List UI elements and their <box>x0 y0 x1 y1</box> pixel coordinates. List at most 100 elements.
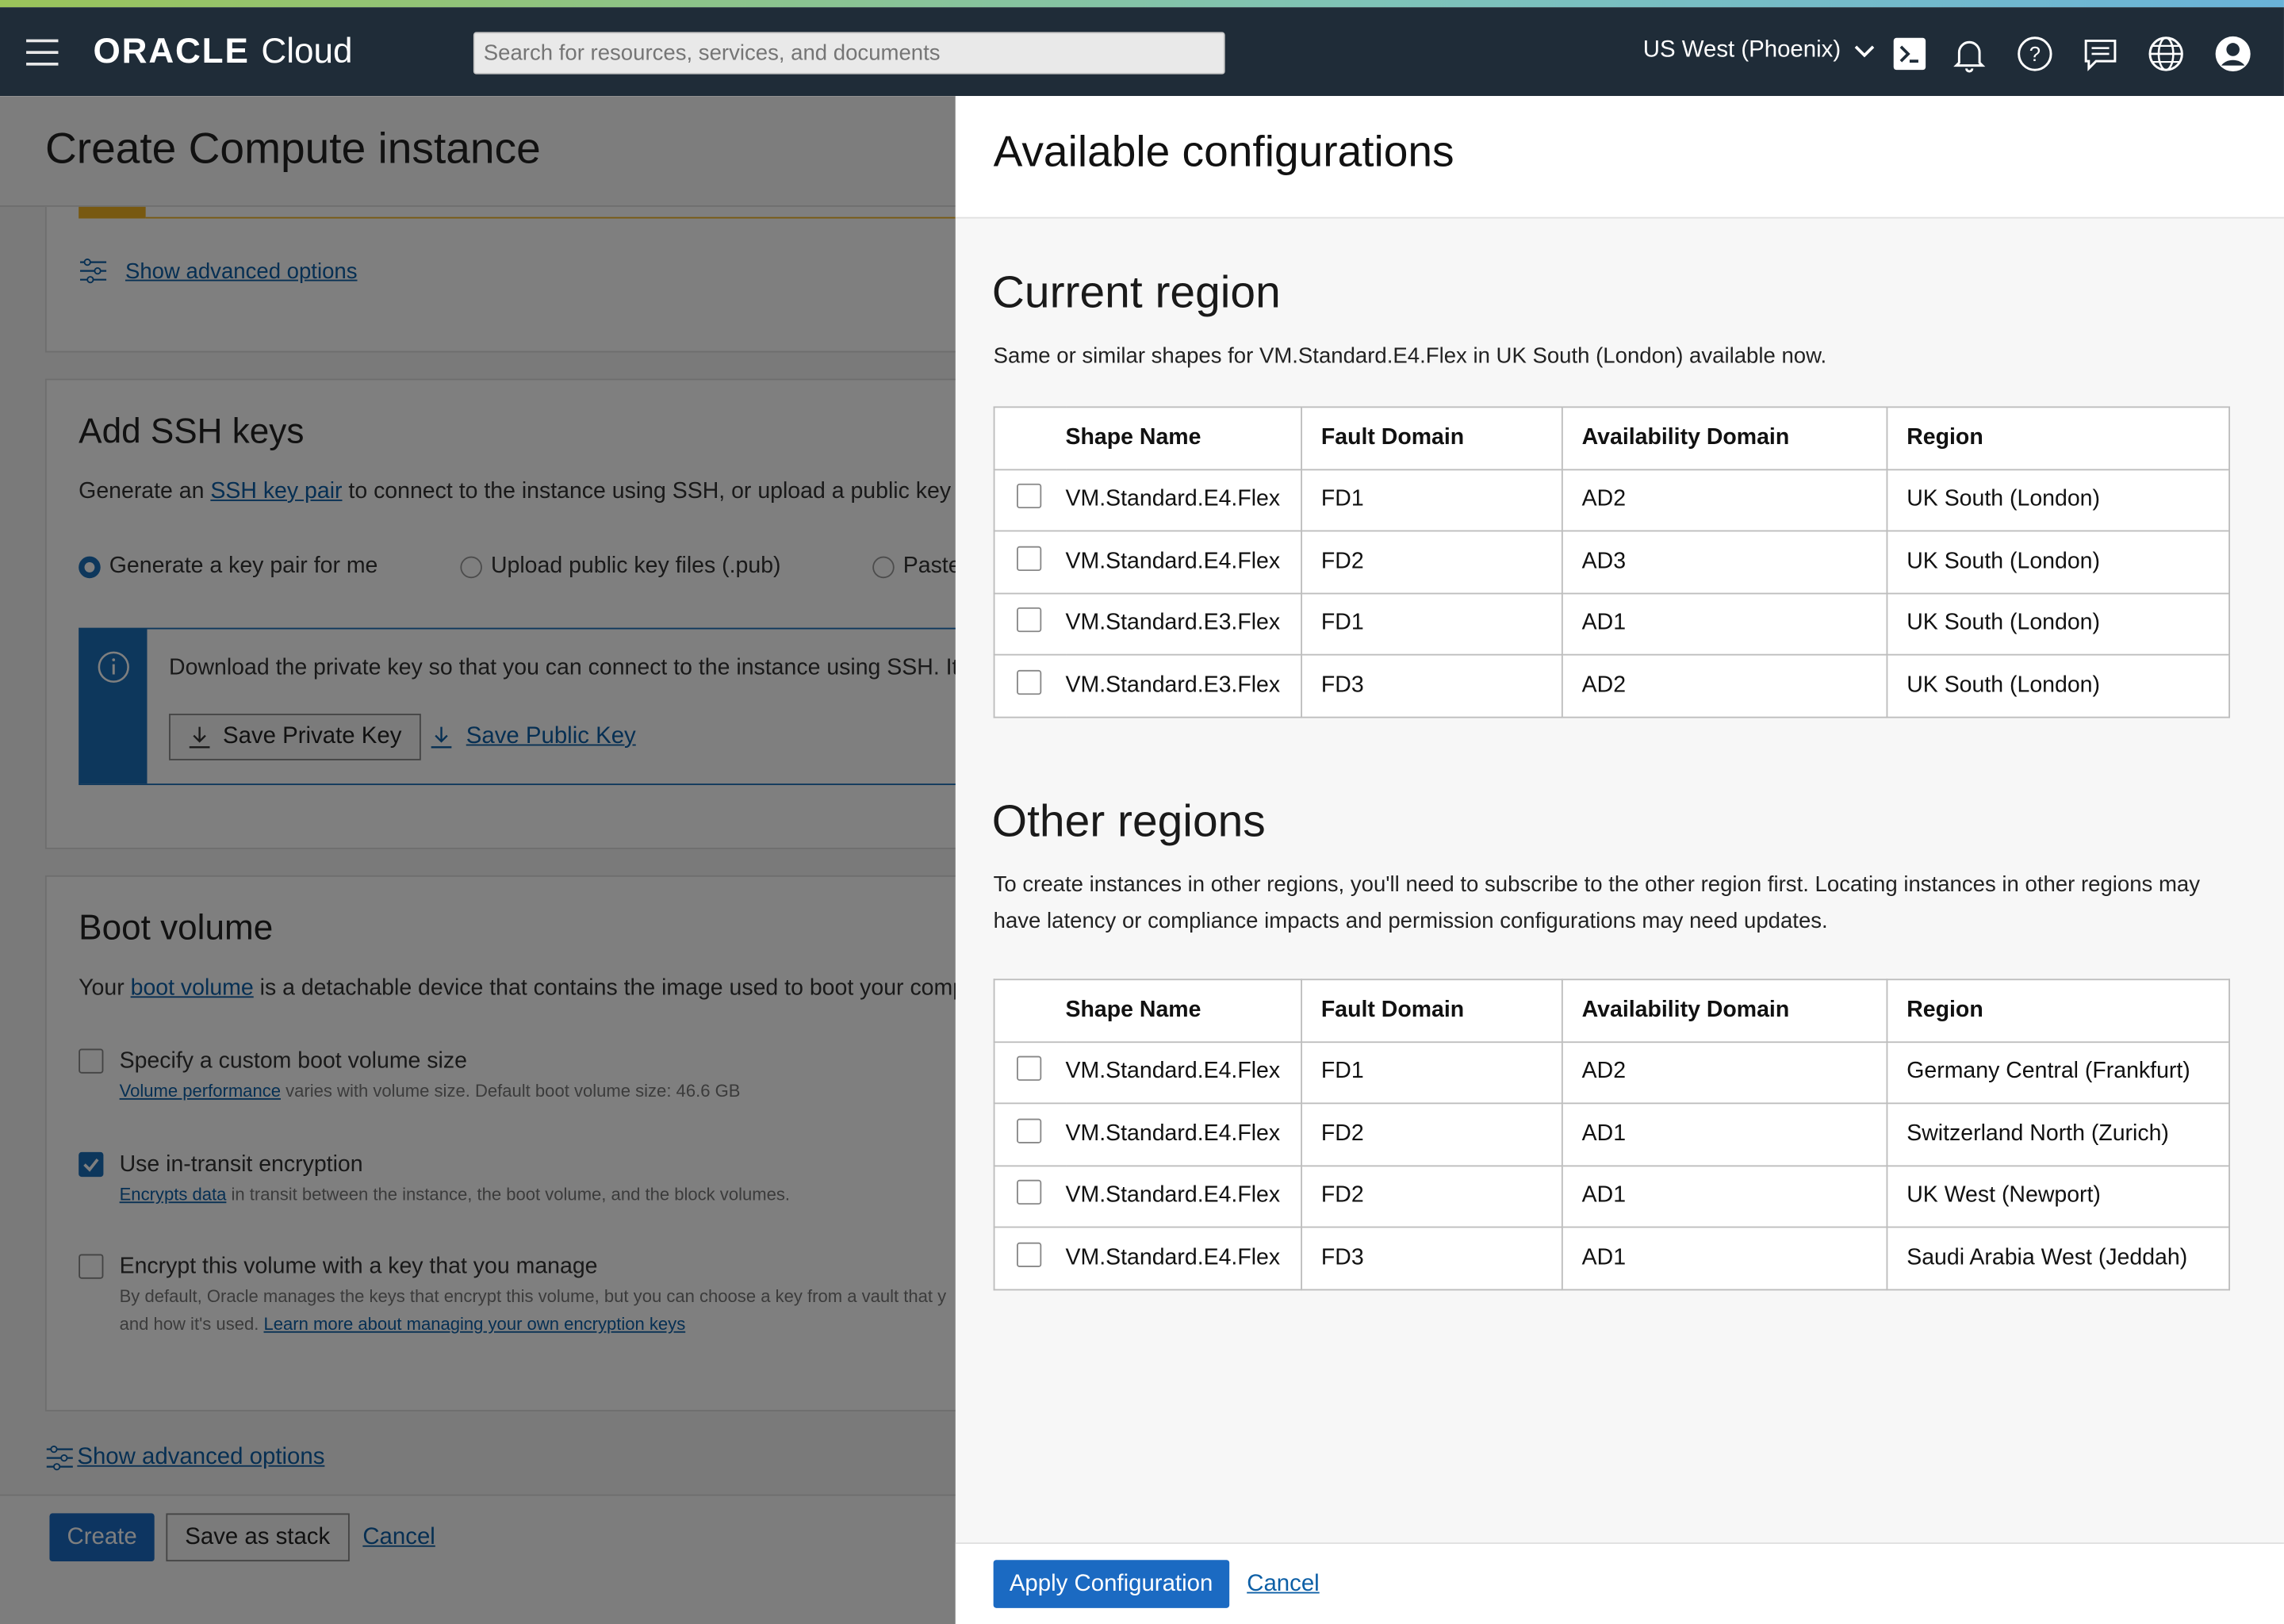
row-select-cell <box>993 1226 1066 1290</box>
chevron-down-icon <box>1854 45 1874 58</box>
other-regions-heading: Other regions <box>991 795 1266 847</box>
region-cell: UK West (Newport) <box>1886 1164 2230 1228</box>
row-select-cell <box>993 1102 1066 1166</box>
panel-cancel-link[interactable]: Cancel <box>1247 1572 1319 1598</box>
table-row[interactable]: VM.Standard.E4.Flex FD3 AD1 Saudi Arabia… <box>993 1226 2230 1290</box>
column-header-shape-name: Shape Name <box>1065 406 1303 470</box>
column-header-availability-domain: Availability Domain <box>1561 979 1888 1043</box>
availability-domain-cell: AD1 <box>1561 1102 1888 1166</box>
modal-overlay[interactable] <box>0 96 956 1624</box>
fault-domain-cell: FD3 <box>1301 1226 1563 1290</box>
row-checkbox[interactable] <box>1017 1118 1042 1143</box>
availability-domain-cell: AD2 <box>1561 653 1888 718</box>
table-row[interactable]: VM.Standard.E4.Flex FD1 AD2 Germany Cent… <box>993 1040 2230 1105</box>
table-row[interactable]: VM.Standard.E3.Flex FD3 AD2 UK South (Lo… <box>993 653 2230 718</box>
table-row[interactable]: VM.Standard.E4.Flex FD2 AD1 UK West (New… <box>993 1164 2230 1228</box>
shape-name-cell: VM.Standard.E4.Flex <box>1065 1164 1303 1228</box>
other-regions-description-2: have latency or compliance impacts and p… <box>993 909 1828 934</box>
row-checkbox[interactable] <box>1017 607 1042 633</box>
row-select-cell <box>993 530 1066 594</box>
logo-product: Cloud <box>261 32 353 72</box>
region-cell: Saudi Arabia West (Jeddah) <box>1886 1226 2230 1290</box>
available-configurations-panel: Available configurations Current region … <box>955 96 2284 1624</box>
column-header-region: Region <box>1886 979 2230 1043</box>
row-select-cell <box>993 1164 1066 1228</box>
panel-footer: Apply Configuration Cancel <box>955 1542 2284 1624</box>
availability-domain-cell: AD2 <box>1561 468 1888 532</box>
region-label: US West (Phoenix) <box>1642 37 1841 63</box>
row-checkbox[interactable] <box>1017 1180 1042 1205</box>
panel-title: Available configurations <box>993 128 1454 177</box>
shape-name-cell: VM.Standard.E4.Flex <box>1065 1226 1303 1290</box>
table-header-row: Shape Name Fault Domain Availability Dom… <box>993 406 2230 470</box>
globe-icon[interactable] <box>2147 35 2185 73</box>
shape-name-cell: VM.Standard.E4.Flex <box>1065 468 1303 532</box>
column-header-fault-domain: Fault Domain <box>1301 979 1563 1043</box>
table-row[interactable]: VM.Standard.E3.Flex FD1 AD1 UK South (Lo… <box>993 592 2230 656</box>
region-cell: UK South (London) <box>1886 530 2230 594</box>
availability-domain-cell: AD1 <box>1561 1164 1888 1228</box>
apply-configuration-button[interactable]: Apply Configuration <box>993 1560 1229 1608</box>
screen: ORACLE Cloud US West (Phoenix) ? <box>0 0 2284 1624</box>
shape-name-cell: VM.Standard.E3.Flex <box>1065 653 1303 718</box>
help-icon[interactable]: ? <box>2016 35 2054 73</box>
table-header-row: Shape Name Fault Domain Availability Dom… <box>993 979 2230 1043</box>
region-cell: Switzerland North (Zurich) <box>1886 1102 2230 1166</box>
row-checkbox[interactable] <box>1017 484 1042 509</box>
region-cell: UK South (London) <box>1886 592 2230 656</box>
table-row[interactable]: VM.Standard.E4.Flex FD2 AD3 UK South (Lo… <box>993 530 2230 594</box>
shape-name-cell: VM.Standard.E4.Flex <box>1065 1102 1303 1166</box>
availability-domain-cell: AD3 <box>1561 530 1888 594</box>
table-row[interactable]: VM.Standard.E4.Flex FD1 AD2 UK South (Lo… <box>993 468 2230 532</box>
fault-domain-cell: FD1 <box>1301 1040 1563 1105</box>
top-navigation-bar: ORACLE Cloud US West (Phoenix) ? <box>0 7 2284 97</box>
select-column-header <box>993 979 1066 1043</box>
svg-text:?: ? <box>2029 44 2041 66</box>
row-checkbox[interactable] <box>1017 669 1042 695</box>
bell-icon[interactable] <box>1950 35 1988 73</box>
fault-domain-cell: FD2 <box>1301 530 1563 594</box>
region-cell: Germany Central (Frankfurt) <box>1886 1040 2230 1105</box>
cloud-shell-icon[interactable] <box>1891 35 1929 73</box>
row-select-cell <box>993 1040 1066 1105</box>
column-header-shape-name: Shape Name <box>1065 979 1303 1043</box>
panel-header: Available configurations <box>955 96 2284 219</box>
logo-brand: ORACLE <box>93 32 250 72</box>
row-select-cell <box>993 653 1066 718</box>
menu-icon[interactable] <box>26 39 59 66</box>
row-checkbox[interactable] <box>1017 546 1042 571</box>
profile-icon[interactable] <box>2214 35 2252 73</box>
current-region-table: Shape Name Fault Domain Availability Dom… <box>993 406 2230 718</box>
current-region-description: Same or similar shapes for VM.Standard.E… <box>993 343 1827 369</box>
availability-domain-cell: AD2 <box>1561 1040 1888 1105</box>
search-input[interactable] <box>473 32 1225 75</box>
oracle-cloud-logo[interactable]: ORACLE Cloud <box>94 32 353 72</box>
fault-domain-cell: FD1 <box>1301 468 1563 532</box>
chat-icon[interactable] <box>2082 35 2120 73</box>
other-regions-description-1: To create instances in other regions, yo… <box>993 872 2201 898</box>
fault-domain-cell: FD2 <box>1301 1102 1563 1166</box>
select-column-header <box>993 406 1066 470</box>
column-header-fault-domain: Fault Domain <box>1301 406 1563 470</box>
shape-name-cell: VM.Standard.E4.Flex <box>1065 530 1303 594</box>
row-checkbox[interactable] <box>1017 1242 1042 1267</box>
fault-domain-cell: FD2 <box>1301 1164 1563 1228</box>
shape-name-cell: VM.Standard.E4.Flex <box>1065 1040 1303 1105</box>
other-regions-table: Shape Name Fault Domain Availability Dom… <box>993 979 2230 1290</box>
column-header-availability-domain: Availability Domain <box>1561 406 1888 470</box>
row-select-cell <box>993 592 1066 656</box>
fault-domain-cell: FD3 <box>1301 653 1563 718</box>
shape-name-cell: VM.Standard.E3.Flex <box>1065 592 1303 656</box>
availability-domain-cell: AD1 <box>1561 592 1888 656</box>
brand-gradient-bar <box>0 0 2284 8</box>
row-select-cell <box>993 468 1066 532</box>
row-checkbox[interactable] <box>1017 1056 1042 1082</box>
availability-domain-cell: AD1 <box>1561 1226 1888 1290</box>
region-selector[interactable]: US West (Phoenix) <box>1643 38 1876 64</box>
current-region-heading: Current region <box>991 266 1281 318</box>
table-row[interactable]: VM.Standard.E4.Flex FD2 AD1 Switzerland … <box>993 1102 2230 1166</box>
region-cell: UK South (London) <box>1886 653 2230 718</box>
column-header-region: Region <box>1886 406 2230 470</box>
region-cell: UK South (London) <box>1886 468 2230 532</box>
fault-domain-cell: FD1 <box>1301 592 1563 656</box>
